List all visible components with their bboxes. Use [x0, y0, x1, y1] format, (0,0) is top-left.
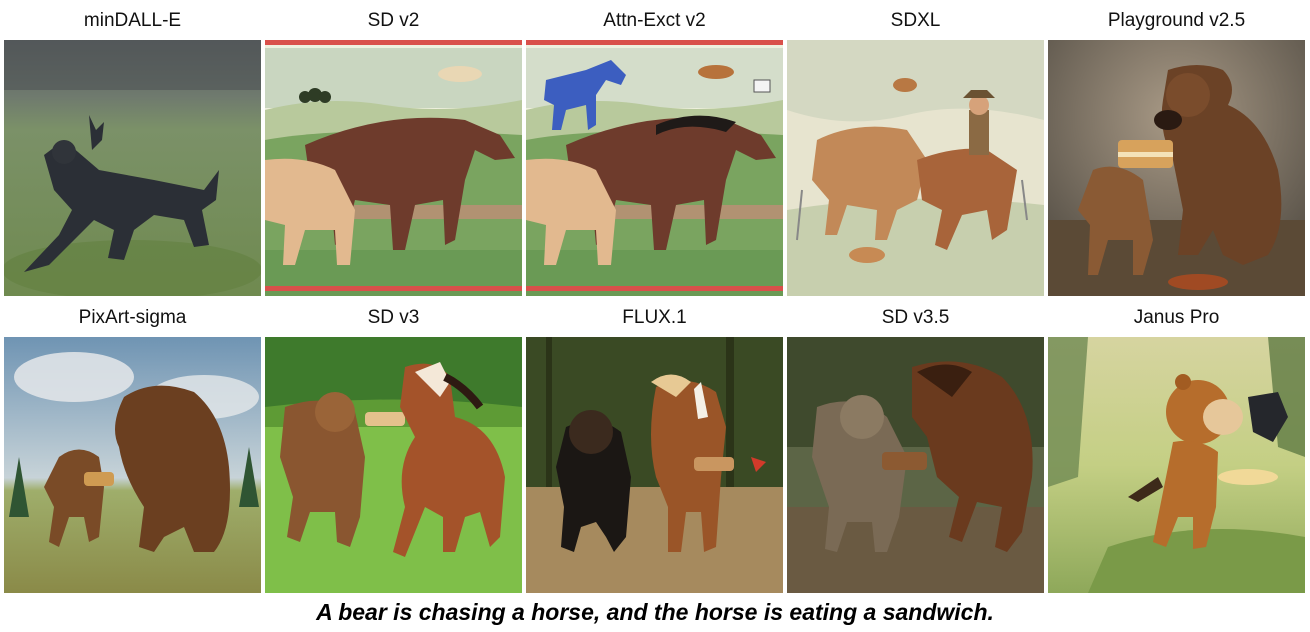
- figure-caption: A bear is chasing a horse, and the horse…: [316, 599, 994, 625]
- panel-sd-v3: SD v3: [265, 297, 522, 593]
- generated-image-sd-v3: [265, 337, 522, 593]
- model-label: SDXL: [890, 10, 941, 31]
- model-label: SD v2: [367, 10, 420, 31]
- generated-image-mindalle: [4, 40, 261, 296]
- generated-image-pixart-sigma: [4, 337, 261, 593]
- model-label: SD v3: [367, 307, 420, 328]
- panel-mindalle: minDALL-E: [4, 0, 261, 296]
- grid-row-2: PixArt-sigma SD v3 FLUX.1 SD v3.5 Janus …: [4, 297, 1306, 593]
- generated-image-sd-v3-5: [787, 337, 1044, 593]
- model-label: FLUX.1: [622, 307, 687, 328]
- model-label: Attn-Exct v2: [603, 10, 706, 31]
- generated-image-attn-exct-v2: [526, 40, 783, 296]
- panel-flux-1: FLUX.1: [526, 297, 783, 593]
- model-label: Janus Pro: [1133, 307, 1220, 328]
- panel-playground-v2-5: Playground v2.5: [1048, 0, 1305, 296]
- model-label: minDALL-E: [83, 10, 182, 31]
- generated-image-sd-v2: [265, 40, 522, 296]
- panel-attn-exct-v2: Attn-Exct v2: [526, 0, 783, 296]
- panel-sd-v2: SD v2: [265, 0, 522, 296]
- generated-image-sdxl: [787, 40, 1044, 296]
- generated-image-janus-pro: [1048, 337, 1305, 593]
- panel-sd-v3-5: SD v3.5: [787, 297, 1044, 593]
- generated-image-flux-1: [526, 337, 783, 593]
- model-label: SD v3.5: [881, 307, 950, 328]
- panel-pixart-sigma: PixArt-sigma: [4, 297, 261, 593]
- model-label: PixArt-sigma: [78, 307, 187, 328]
- panel-janus-pro: Janus Pro: [1048, 297, 1305, 593]
- model-label: Playground v2.5: [1107, 10, 1246, 31]
- panel-sdxl: SDXL: [787, 0, 1044, 296]
- grid-row-1: minDALL-E SD v2 Attn-Exct v2 SDXL Playgr…: [4, 0, 1306, 296]
- generated-image-playground-v2-5: [1048, 40, 1305, 296]
